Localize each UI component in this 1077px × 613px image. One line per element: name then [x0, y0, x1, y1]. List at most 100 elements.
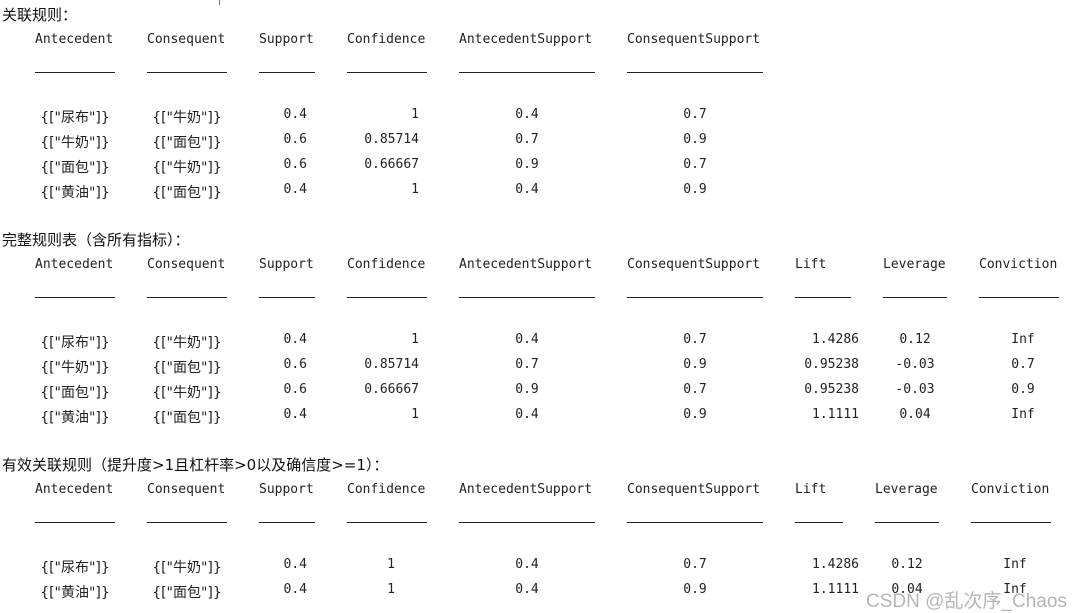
table-cell-conviction: Inf [1011, 407, 1035, 422]
header-underline [35, 72, 115, 73]
watermark: CSDN @乱次序_Chaos [866, 591, 1067, 612]
table-cell-conviction: 0.9 [1011, 382, 1035, 397]
column-header-confidence: Confidence [347, 32, 426, 47]
table-cell-conviction: 0.7 [1011, 357, 1035, 372]
table-cell-antecedentsupport: 0.4 [515, 557, 539, 572]
header-underline [459, 72, 595, 73]
section-title: 完整规则表（含所有指标）： [2, 231, 190, 249]
table-cell-lift: 1.4286 [812, 557, 859, 572]
table-cell-consequentsupport: 0.7 [683, 157, 707, 172]
header-underline [147, 72, 227, 73]
column-header-antecedent: Antecedent [35, 257, 114, 272]
header-underline [979, 297, 1059, 298]
table-cell-consequent: {["面包"]} [152, 135, 222, 151]
column-header-confidence: Confidence [347, 482, 426, 497]
table-cell-confidence: 1 [411, 182, 419, 197]
header-underline [459, 522, 595, 523]
header-underline [883, 297, 947, 298]
column-header-antecedentsupport: AntecedentSupport [459, 257, 593, 272]
table-cell-support: 0.6 [283, 382, 307, 397]
table-cell-antecedentsupport: 0.7 [515, 357, 539, 372]
table-cell-confidence: 1 [411, 107, 419, 122]
table-cell-support: 0.4 [283, 182, 307, 197]
header-underline [35, 297, 115, 298]
table-cell-consequent: {["牛奶"]} [152, 560, 222, 576]
table-cell-confidence: 0.85714 [364, 357, 419, 372]
table-cell-consequent: {["牛奶"]} [152, 385, 222, 401]
header-underline [35, 522, 115, 523]
table-cell-confidence: 1 [411, 407, 419, 422]
table-cell-support: 0.6 [283, 157, 307, 172]
table-cell-antecedent: {["尿布"]} [40, 110, 110, 126]
table-cell-leverage: 0.12 [891, 557, 923, 572]
column-header-confidence: Confidence [347, 257, 426, 272]
header-underline [259, 297, 315, 298]
table-cell-antecedentsupport: 0.4 [515, 407, 539, 422]
table-cell-confidence: 1 [387, 557, 395, 572]
table-cell-consequentsupport: 0.7 [683, 382, 707, 397]
table-cell-antecedent: {["牛奶"]} [40, 360, 110, 376]
table-cell-consequent: {["牛奶"]} [152, 110, 222, 126]
table-cell-antecedent: {["黄油"]} [40, 410, 110, 426]
column-header-leverage: Leverage [875, 482, 938, 497]
table-cell-consequent: {["面包"]} [152, 410, 222, 426]
table-cell-consequentsupport: 0.7 [683, 332, 707, 347]
header-underline [347, 72, 427, 73]
table-cell-consequentsupport: 0.9 [683, 132, 707, 147]
column-header-lift: Lift [795, 257, 827, 272]
header-underline [147, 297, 227, 298]
table-cell-antecedentsupport: 0.4 [515, 107, 539, 122]
column-header-antecedent: Antecedent [35, 32, 114, 47]
table-cell-lift: 1.1111 [812, 407, 859, 422]
column-header-conviction: Conviction [971, 482, 1050, 497]
table-cell-antecedentsupport: 0.9 [515, 382, 539, 397]
column-header-consequentsupport: ConsequentSupport [627, 482, 761, 497]
table-cell-conviction: Inf [1011, 332, 1035, 347]
table-cell-consequentsupport: 0.9 [683, 182, 707, 197]
table-cell-antecedent: {["黄油"]} [40, 185, 110, 201]
column-header-consequentsupport: ConsequentSupport [627, 257, 761, 272]
table-cell-consequentsupport: 0.9 [683, 407, 707, 422]
table-cell-antecedent: {["尿布"]} [40, 560, 110, 576]
table-cell-antecedentsupport: 0.4 [515, 582, 539, 597]
column-header-conviction: Conviction [979, 257, 1058, 272]
table-cell-leverage: 0.12 [899, 332, 931, 347]
table-cell-consequent: {["牛奶"]} [152, 335, 222, 351]
table-cell-antecedent: {["面包"]} [40, 385, 110, 401]
table-cell-lift: 1.4286 [812, 332, 859, 347]
column-header-lift: Lift [795, 482, 827, 497]
section-title: 有效关联规则（提升度>1且杠杆率>0以及确信度>=1）： [2, 456, 389, 474]
header-underline [347, 522, 427, 523]
table-cell-consequentsupport: 0.7 [683, 107, 707, 122]
table-cell-leverage: -0.03 [895, 382, 935, 397]
column-header-leverage: Leverage [883, 257, 946, 272]
table-cell-antecedentsupport: 0.4 [515, 332, 539, 347]
header-underline [971, 522, 1051, 523]
column-header-antecedentsupport: AntecedentSupport [459, 482, 593, 497]
table-cell-support: 0.6 [283, 132, 307, 147]
table-cell-support: 0.4 [283, 332, 307, 347]
column-header-support: Support [259, 482, 314, 497]
column-header-consequent: Consequent [147, 257, 226, 272]
header-underline [627, 297, 763, 298]
table-cell-leverage: 0.04 [899, 407, 931, 422]
table-cell-support: 0.4 [283, 407, 307, 422]
column-header-support: Support [259, 32, 314, 47]
header-underline [627, 522, 763, 523]
table-cell-antecedent: {["尿布"]} [40, 335, 110, 351]
table-cell-consequent: {["面包"]} [152, 185, 222, 201]
table-cell-consequentsupport: 0.7 [683, 557, 707, 572]
column-header-support: Support [259, 257, 314, 272]
column-header-consequent: Consequent [147, 32, 226, 47]
table-cell-consequent: {["面包"]} [152, 360, 222, 376]
text-cursor [219, 0, 220, 5]
header-underline [259, 522, 315, 523]
table-cell-confidence: 0.66667 [364, 157, 419, 172]
table-cell-antecedent: {["黄油"]} [40, 585, 110, 601]
table-cell-support: 0.6 [283, 357, 307, 372]
header-underline [147, 522, 227, 523]
column-header-consequent: Consequent [147, 482, 226, 497]
table-cell-leverage: -0.03 [895, 357, 935, 372]
header-underline [875, 522, 939, 523]
table-cell-lift: 1.1111 [812, 582, 859, 597]
